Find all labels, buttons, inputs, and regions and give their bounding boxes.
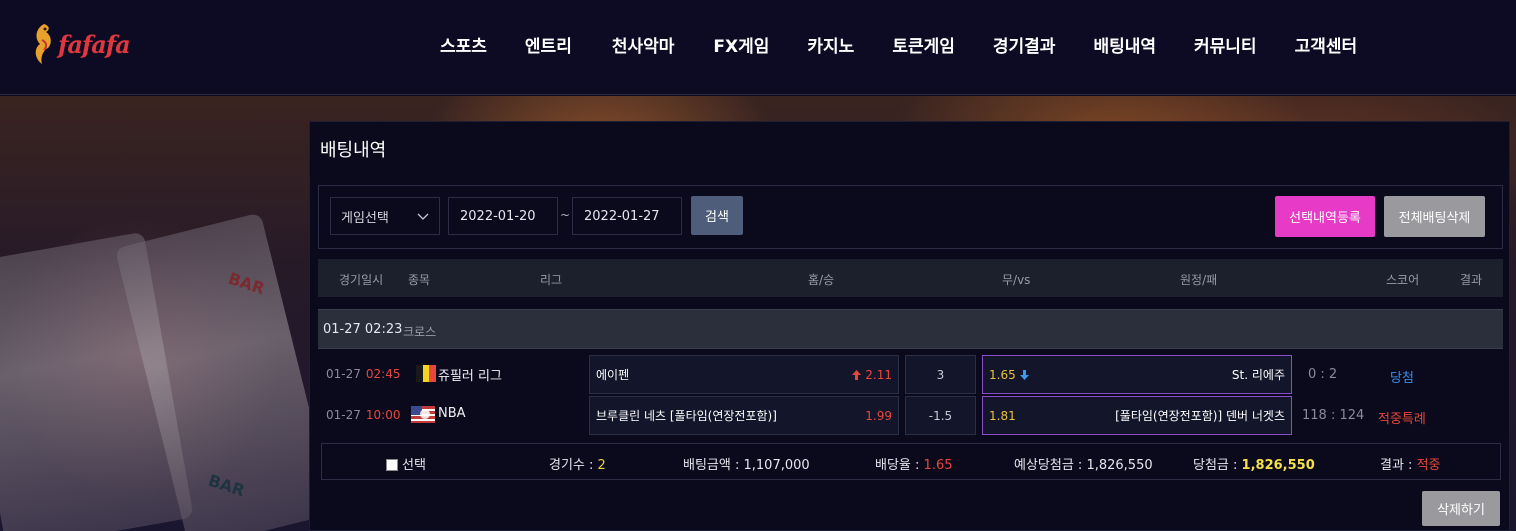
won-value: 1,826,550: [1241, 458, 1315, 473]
belgium-flag-icon: [416, 365, 436, 382]
down-arrow-icon: [1019, 369, 1029, 380]
expected-label: 예상당첨금 :: [1014, 458, 1083, 473]
bet-amount: 배팅금액 : 1,107,000: [683, 454, 810, 473]
row-time: 02:45: [365, 367, 401, 381]
date-from-field[interactable]: 2022-01-20: [448, 197, 558, 235]
nav-customer-center[interactable]: 고객센터: [1295, 32, 1358, 57]
nav-fx-game[interactable]: FX게임: [713, 32, 769, 57]
select-label: 선택: [402, 458, 426, 473]
result-value: 적중: [1416, 458, 1441, 473]
filter-bar: 게임선택 2022-01-20 ~ 2022-01-27 검색 선택내역등록 전…: [318, 185, 1503, 249]
result-label: 결과 :: [1380, 458, 1413, 473]
away-odd-value: 1.81: [989, 408, 1016, 423]
bet-amount-value: 1,107,000: [743, 458, 810, 473]
away-team: [풀타임(연장전포함)] 덴버 너겟츠: [1115, 409, 1285, 423]
delete-button[interactable]: 삭제하기: [1422, 491, 1500, 526]
select-checkbox-group[interactable]: 선택: [386, 454, 426, 473]
select-checkbox[interactable]: [386, 459, 398, 471]
nav-casino[interactable]: 카지노: [807, 32, 854, 57]
row-league: NBA: [438, 406, 466, 421]
col-result: 결과: [1460, 273, 1483, 287]
home-odd: 2.11: [852, 368, 892, 382]
col-date: 경기일시: [339, 273, 384, 287]
nav-bet-history[interactable]: 배팅내역: [1093, 32, 1156, 57]
nav-sports[interactable]: 스포츠: [440, 32, 487, 57]
games-label: 경기수 :: [549, 458, 594, 473]
site-logo[interactable]: fafafa: [30, 18, 142, 70]
row-score: 118 : 124: [1302, 408, 1365, 423]
nav-entry[interactable]: 엔트리: [525, 32, 572, 57]
col-sport: 종목: [408, 273, 431, 287]
game-select[interactable]: 게임선택: [330, 197, 440, 235]
row-date: 01-27: [326, 408, 361, 422]
nav-community[interactable]: 커뮤니티: [1194, 32, 1257, 57]
home-odds-cell[interactable]: 브루클린 네츠 [풀타임(연장전포함)] 1.99: [589, 396, 899, 435]
chevron-down-icon: [417, 213, 429, 220]
handicap-cell[interactable]: -1.5: [905, 396, 976, 435]
table-row: 01-27 10:00 NBA 브루클린 네츠 [풀타임(연장전포함)] 1.99…: [318, 395, 1503, 435]
table-header: 경기일시 종목 리그 홈/승 무/vs 원정/패 스코어 결과: [318, 259, 1503, 297]
odds-rate: 배당율 : 1.65: [875, 454, 953, 473]
away-odd-value: 1.65: [989, 367, 1016, 382]
row-datetime: 01-27 02:45: [326, 367, 400, 381]
date-separator: ~: [560, 208, 571, 222]
won-label: 당첨금 :: [1193, 458, 1238, 473]
row-datetime: 01-27 10:00: [326, 408, 400, 422]
away-odd: 1.65: [989, 368, 1029, 382]
row-result: 적중특례: [1378, 412, 1426, 427]
draw-cell[interactable]: 3: [905, 355, 976, 394]
home-odd-value: 1.99: [865, 408, 892, 423]
register-selection-button[interactable]: 선택내역등록: [1275, 196, 1375, 237]
home-odds-cell[interactable]: 에이펜 2.11: [589, 355, 899, 394]
home-team: 브루클린 네츠 [풀타임(연장전포함)]: [596, 409, 777, 423]
game-select-value: 게임선택: [341, 210, 389, 226]
away-odds-cell[interactable]: 1.65 St. 리에주: [982, 355, 1292, 394]
col-league: 리그: [540, 273, 563, 287]
row-time: 10:00: [365, 408, 401, 422]
nav-angel-devil[interactable]: 천사악마: [612, 32, 675, 57]
delete-all-bets-button[interactable]: 전체배팅삭제: [1384, 196, 1485, 237]
overall-result: 결과 : 적중: [1380, 454, 1441, 473]
search-button[interactable]: 검색: [691, 196, 743, 235]
bet-summary-bar: 선택 경기수 : 2 배팅금액 : 1,107,000 배당율 : 1.65 예…: [321, 443, 1501, 480]
table-row: 01-27 02:45 쥬필러 리그 에이펜 2.11 3 1.65 St. 리…: [318, 354, 1503, 394]
col-home: 홈/승: [808, 273, 835, 287]
home-team: 에이펜: [596, 368, 630, 382]
expected-winnings: 예상당첨금 : 1,826,550: [1014, 454, 1153, 473]
odds-value: 1.65: [923, 458, 953, 473]
group-type: 크로스: [403, 325, 437, 339]
fish-logo-icon: [35, 24, 51, 64]
main-nav: 스포츠 엔트리 천사악마 FX게임 카지노 토큰게임 경기결과 배팅내역 커뮤니…: [440, 32, 1357, 57]
bet-group-header: 01-27 02:23 크로스: [318, 309, 1503, 349]
away-team: St. 리에주: [1231, 368, 1285, 382]
top-header: fafafa 스포츠 엔트리 천사악마 FX게임 카지노 토큰게임 경기결과 배…: [0, 0, 1516, 95]
date-to-field[interactable]: 2022-01-27: [572, 197, 682, 235]
row-date: 01-27: [326, 367, 361, 381]
won-amount: 당첨금 : 1,826,550: [1193, 454, 1315, 473]
col-draw: 무/vs: [1002, 273, 1031, 287]
up-arrow-icon: [852, 369, 862, 380]
col-score: 스코어: [1386, 273, 1420, 287]
logo-text: fafafa: [58, 29, 131, 59]
row-score: 0 : 2: [1308, 367, 1338, 382]
bet-amount-label: 배팅금액 :: [683, 458, 740, 473]
bet-history-panel: 배팅내역 게임선택 2022-01-20 ~ 2022-01-27 검색 선택내…: [309, 121, 1510, 531]
odds-label: 배당율 :: [875, 458, 920, 473]
usa-flag-icon: [411, 406, 435, 423]
nav-token-game[interactable]: 토큰게임: [892, 32, 955, 57]
expected-value: 1,826,550: [1086, 458, 1153, 473]
nav-game-results[interactable]: 경기결과: [993, 32, 1056, 57]
page-title: 배팅내역: [320, 140, 387, 161]
group-time: 01-27 02:23: [323, 322, 403, 337]
row-result: 당첨: [1390, 371, 1414, 386]
home-odd-value: 2.11: [865, 367, 892, 382]
away-odds-cell[interactable]: 1.81 [풀타임(연장전포함)] 덴버 너겟츠: [982, 396, 1292, 435]
row-league: 쥬필러 리그: [438, 369, 502, 384]
col-away: 원정/패: [1180, 273, 1218, 287]
games-value: 2: [597, 458, 606, 473]
games-count: 경기수 : 2: [549, 454, 606, 473]
